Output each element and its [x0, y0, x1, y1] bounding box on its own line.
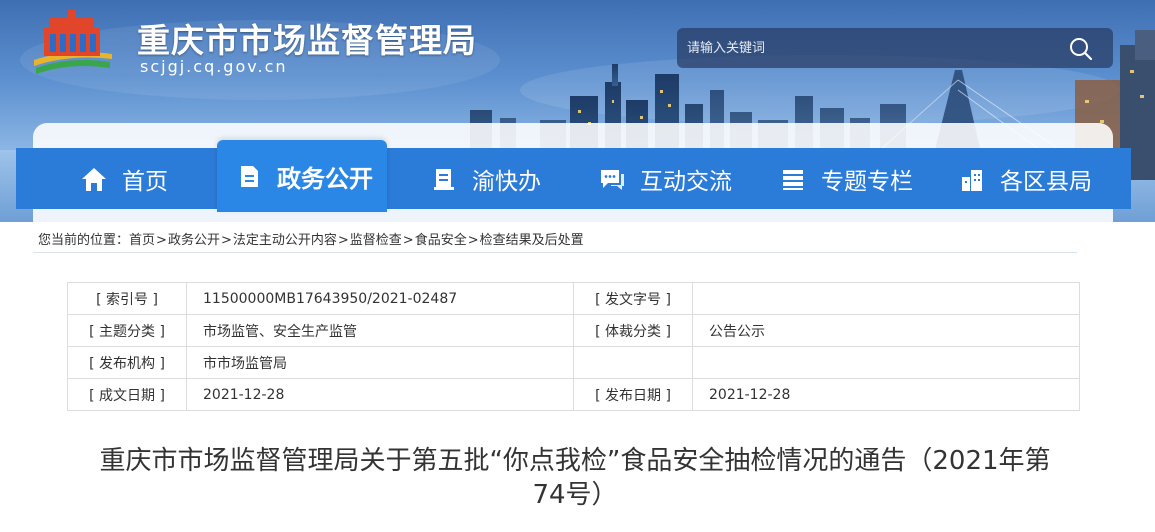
table-row: [ 索引号 ] 11500000MB17643950/2021-02487 [ …	[67, 282, 1080, 315]
breadcrumb: 您当前的位置：首页>政务公开>法定主动公开内容>监督检查>食品安全>检查结果及后…	[38, 229, 584, 248]
book-icon	[434, 168, 454, 190]
article-title-line: 重庆市市场监督管理局关于第五批“你点我检”食品安全抽检情况的通告（2021年第	[99, 446, 1051, 476]
breadcrumb-separator: >	[467, 233, 479, 248]
nav-item-home[interactable]: 首页	[80, 148, 168, 209]
breadcrumb-separator: >	[337, 233, 349, 248]
breadcrumb-link-statutory-disclosure[interactable]: 法定主动公开内容	[233, 233, 337, 248]
table-row: [ 发布机构 ] 市市场监管局	[67, 346, 1080, 379]
breadcrumb-link-supervision[interactable]: 监督检查	[350, 233, 402, 248]
meta-value: 市场监管、安全生产监管	[186, 314, 574, 347]
meta-key: [ 体裁分类 ]	[573, 314, 693, 347]
meta-key: [ 发文字号 ]	[573, 282, 693, 315]
meta-key: [ 发布日期 ]	[573, 378, 693, 411]
article-title: 重庆市市场监督管理局关于第五批“你点我检”食品安全抽检情况的通告（2021年第 …	[60, 444, 1090, 512]
meta-value: 11500000MB17643950/2021-02487	[186, 282, 574, 315]
site-domain: scjgj.cq.gov.cn	[140, 57, 288, 76]
breadcrumb-link-government-affairs[interactable]: 政务公开	[168, 233, 220, 248]
search-icon[interactable]	[1068, 36, 1094, 62]
building-icon	[962, 169, 982, 191]
nav-item-district-bureaus[interactable]: 各区县局	[958, 148, 1092, 209]
nav-item-label: 互动交流	[640, 168, 732, 195]
meta-value	[692, 346, 1080, 379]
table-row: [ 主题分类 ] 市场监管、安全生产监管 [ 体裁分类 ] 公告公示	[67, 314, 1080, 347]
meta-value: 2021-12-28	[692, 378, 1080, 411]
nav-item-label: 专题专栏	[821, 168, 913, 195]
breadcrumb-separator: >	[402, 233, 414, 248]
meta-key	[573, 346, 693, 379]
breadcrumb-prefix: 您当前的位置：	[38, 233, 130, 248]
meta-value	[692, 282, 1080, 315]
chat-icon	[601, 169, 624, 190]
nav-item-label: 各区县局	[1000, 168, 1092, 195]
nav-item-label: 政务公开	[277, 164, 373, 193]
nav-item-interaction[interactable]: 互动交流	[598, 148, 732, 209]
meta-value: 市市场监管局	[186, 346, 574, 379]
article-title-line: 74号）	[532, 480, 618, 510]
stack-icon	[783, 169, 803, 190]
nav-item-government-affairs[interactable]: 政务公开	[217, 140, 387, 212]
meta-key: [ 发布机构 ]	[67, 346, 187, 379]
search-bar	[677, 28, 1113, 68]
nav-item-yukuaiban[interactable]: 渝快办	[430, 148, 541, 209]
bureau-logo	[34, 10, 112, 74]
site-title: 重庆市市场监督管理局	[137, 21, 477, 60]
breadcrumb-link-home[interactable]: 首页	[129, 233, 155, 248]
breadcrumb-link-food-safety[interactable]: 食品安全	[415, 233, 467, 248]
breadcrumb-divider	[33, 252, 1077, 253]
meta-value: 公告公示	[692, 314, 1080, 347]
nav-item-label: 渝快办	[472, 168, 541, 195]
document-icon	[241, 166, 258, 187]
meta-key: [ 索引号 ]	[67, 282, 187, 315]
document-metadata-table: [ 索引号 ] 11500000MB17643950/2021-02487 [ …	[67, 282, 1080, 411]
nav-item-label: 首页	[122, 168, 168, 195]
home-icon	[82, 167, 106, 191]
main-nav: 首页 政务公开 渝快办 互动交流 专题专栏 各区县局	[16, 140, 1131, 212]
table-row: [ 成文日期 ] 2021-12-28 [ 发布日期 ] 2021-12-28	[67, 378, 1080, 411]
search-input[interactable]	[687, 35, 1057, 61]
nav-item-special-topics[interactable]: 专题专栏	[779, 148, 913, 209]
meta-key: [ 成文日期 ]	[67, 378, 187, 411]
breadcrumb-link-inspection-results[interactable]: 检查结果及后处置	[480, 233, 584, 248]
breadcrumb-separator: >	[220, 233, 232, 248]
meta-value: 2021-12-28	[186, 378, 574, 411]
meta-key: [ 主题分类 ]	[67, 314, 187, 347]
breadcrumb-separator: >	[156, 233, 167, 248]
